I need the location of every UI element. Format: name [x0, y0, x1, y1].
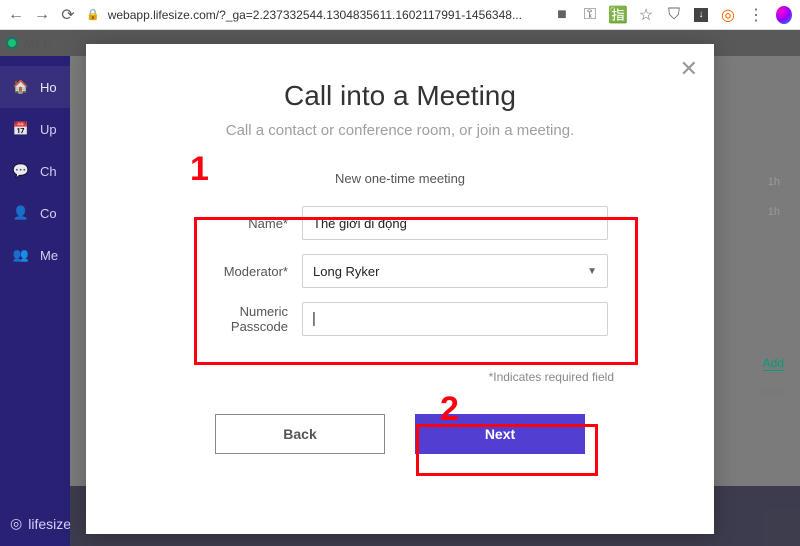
- video-icon[interactable]: ■: [554, 6, 570, 24]
- sidebar-item-label: Up: [40, 122, 57, 137]
- brand-dot-icon: [6, 37, 18, 49]
- back-button[interactable]: Back: [215, 414, 385, 454]
- bg-row-time: 1h: [768, 176, 780, 188]
- sidebar-item-upcoming[interactable]: 📅 Up: [0, 108, 70, 150]
- url-text: webapp.lifesize.com/?_ga=2.237332544.130…: [108, 8, 522, 22]
- menu-icon[interactable]: ⋮: [748, 5, 764, 25]
- brand-logo-text: lifesize: [28, 516, 71, 532]
- chat-icon: 💬: [12, 163, 30, 179]
- moderator-value: Long Ryker: [313, 264, 379, 279]
- sidebar-item-label: Ch: [40, 164, 57, 179]
- required-note: *Indicates required field: [126, 370, 614, 384]
- key-icon[interactable]: ⚿: [582, 6, 598, 24]
- close-icon[interactable]: ✕: [680, 56, 698, 82]
- people-icon: 👥: [12, 247, 30, 263]
- forward-icon[interactable]: →: [34, 6, 50, 24]
- sidebar-item-label: Ho: [40, 80, 57, 95]
- passcode-label: Numeric Passcode: [192, 304, 302, 334]
- brand-logo: ◎ lifesize: [10, 515, 71, 532]
- star-icon[interactable]: ☆: [638, 5, 654, 25]
- browser-chrome: ← → ⟳ 🔒 webapp.lifesize.com/?_ga=2.23733…: [0, 0, 800, 30]
- sidebar-item-chat[interactable]: 💬 Ch: [0, 150, 70, 192]
- chevron-down-icon: ▼: [587, 266, 597, 277]
- passcode-input[interactable]: [302, 302, 608, 336]
- name-input[interactable]: [302, 206, 608, 240]
- translate-icon[interactable]: 🈯: [610, 5, 626, 25]
- url-bar[interactable]: 🔒 webapp.lifesize.com/?_ga=2.237332544.1…: [86, 8, 544, 22]
- sidebar-item-home[interactable]: 🏠 Ho: [0, 66, 70, 108]
- home-icon: 🏠: [12, 79, 30, 95]
- sidebar-item-meetings[interactable]: 👥 Me: [0, 234, 70, 276]
- name-label: Name*: [192, 216, 302, 231]
- back-button-label: Back: [283, 426, 316, 442]
- sidebar-item-label: Co: [40, 206, 57, 221]
- moderator-label: Moderator*: [192, 264, 302, 279]
- bg-text: opear: [756, 386, 784, 398]
- sidebar-item-contacts[interactable]: 👤 Co: [0, 192, 70, 234]
- moderator-select[interactable]: Long Ryker ▼: [302, 254, 608, 288]
- topbar-text: My E: [24, 36, 51, 50]
- person-icon: 👤: [12, 205, 30, 221]
- modal-subtitle: Call a contact or conference room, or jo…: [126, 122, 674, 139]
- bg-row-time: 1h: [768, 206, 780, 218]
- annotation-number-1: 1: [190, 150, 209, 189]
- extension-icon[interactable]: ◎: [720, 5, 736, 25]
- shield-icon[interactable]: ⛉: [666, 6, 682, 24]
- modal-title: Call into a Meeting: [126, 80, 674, 112]
- sidebar-item-label: Me: [40, 248, 58, 263]
- annotation-number-2: 2: [440, 390, 459, 429]
- calendar-icon: 📅: [12, 121, 30, 137]
- sidebar: 🏠 Ho 📅 Up 💬 Ch 👤 Co 👥 Me ◎ lifesize: [0, 56, 70, 546]
- reload-icon[interactable]: ⟳: [60, 5, 76, 25]
- lock-icon: 🔒: [86, 8, 100, 21]
- call-into-meeting-modal: ✕ Call into a Meeting Call a contact or …: [86, 44, 714, 534]
- add-link[interactable]: Add: [763, 356, 784, 371]
- avatar[interactable]: [776, 6, 792, 24]
- next-button-label: Next: [485, 426, 515, 442]
- download-icon[interactable]: ↓: [694, 8, 708, 22]
- meeting-form: Name* Moderator* Long Ryker ▼ Numeric Pa…: [180, 196, 620, 364]
- lifesize-icon: ◎: [10, 515, 22, 532]
- back-icon[interactable]: ←: [8, 6, 24, 24]
